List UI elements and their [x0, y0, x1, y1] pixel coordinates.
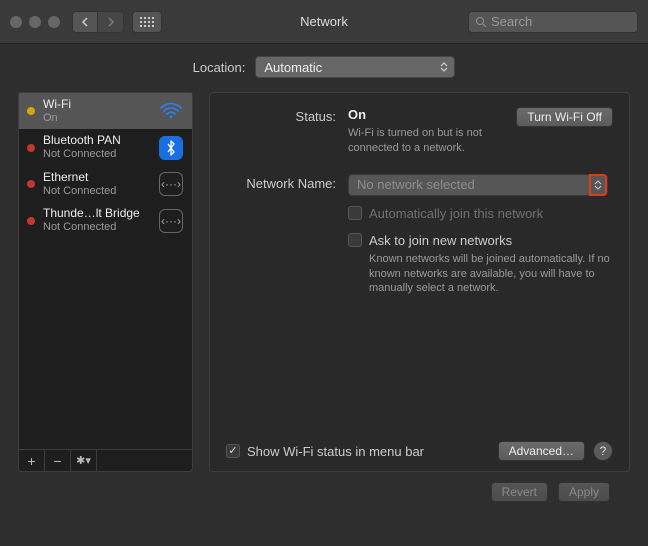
- sidebar-item-bluetooth[interactable]: Bluetooth PAN Not Connected: [19, 129, 192, 165]
- status-label: Status:: [226, 107, 336, 156]
- service-sub: Not Connected: [43, 221, 150, 234]
- show-status-checkbox[interactable]: Show Wi-Fi status in menu bar: [226, 444, 424, 459]
- forward-button[interactable]: [98, 11, 124, 33]
- service-name: Bluetooth PAN: [43, 134, 150, 148]
- ask-join-subtext: Known networks will be joined automatica…: [369, 252, 613, 297]
- service-actions-button[interactable]: ✱▾: [71, 450, 97, 472]
- chevron-updown-icon: [589, 174, 607, 196]
- ask-join-checkbox[interactable]: Ask to join new networks: [348, 233, 613, 248]
- auto-join-checkbox: Automatically join this network: [348, 206, 613, 221]
- chevron-updown-icon: [436, 58, 452, 76]
- window-controls: [10, 16, 60, 28]
- location-value: Automatic: [264, 60, 322, 75]
- location-label: Location:: [193, 60, 246, 75]
- search-input[interactable]: Search: [468, 11, 638, 33]
- back-button[interactable]: [72, 11, 98, 33]
- remove-service-button[interactable]: −: [45, 450, 71, 472]
- advanced-button[interactable]: Advanced…: [498, 441, 585, 461]
- zoom-icon[interactable]: [48, 16, 60, 28]
- status-dot-icon: [27, 180, 35, 188]
- titlebar: Network Search: [0, 0, 648, 44]
- sidebar-item-ethernet[interactable]: Ethernet Not Connected ‹···›: [19, 166, 192, 202]
- service-name: Wi-Fi: [43, 98, 150, 112]
- bluetooth-icon: [158, 137, 184, 159]
- location-popup[interactable]: Automatic: [255, 56, 455, 78]
- toggle-wifi-button[interactable]: Turn Wi-Fi Off: [516, 107, 613, 127]
- search-icon: [475, 16, 487, 28]
- service-name: Thunde…lt Bridge: [43, 207, 150, 221]
- search-placeholder: Search: [491, 14, 532, 29]
- show-status-label: Show Wi-Fi status in menu bar: [247, 444, 424, 459]
- service-sidebar: Wi-Fi On Bluetooth PAN Not Connected: [18, 92, 193, 472]
- add-service-button[interactable]: +: [19, 450, 45, 472]
- network-name-dropdown[interactable]: No network selected: [348, 174, 608, 196]
- ethernet-icon: ‹···›: [158, 173, 184, 195]
- status-dot-icon: [27, 144, 35, 152]
- status-subtext: Wi-Fi is turned on but is not connected …: [348, 126, 504, 156]
- checkbox-icon: [348, 206, 362, 220]
- service-sub: Not Connected: [43, 185, 150, 198]
- status-dot-icon: [27, 107, 35, 115]
- auto-join-label: Automatically join this network: [369, 206, 543, 221]
- apply-button[interactable]: Apply: [558, 482, 610, 502]
- help-button[interactable]: ?: [593, 441, 613, 461]
- detail-panel: Status: On Wi-Fi is turned on but is not…: [209, 92, 630, 472]
- sidebar-footer: + − ✱▾: [19, 449, 192, 471]
- network-name-label: Network Name:: [226, 174, 336, 297]
- status-value: On: [348, 107, 504, 122]
- close-icon[interactable]: [10, 16, 22, 28]
- show-all-button[interactable]: [132, 11, 162, 33]
- status-dot-icon: [27, 217, 35, 225]
- network-name-placeholder: No network selected: [357, 177, 475, 192]
- location-row: Location: Automatic: [18, 56, 630, 78]
- nav-back-forward: [72, 11, 124, 33]
- service-sub: Not Connected: [43, 148, 150, 161]
- minimize-icon[interactable]: [29, 16, 41, 28]
- service-list: Wi-Fi On Bluetooth PAN Not Connected: [19, 93, 192, 449]
- ask-join-label: Ask to join new networks: [369, 233, 512, 248]
- service-name: Ethernet: [43, 171, 150, 185]
- sidebar-item-wifi[interactable]: Wi-Fi On: [19, 93, 192, 129]
- checkbox-icon: [348, 233, 362, 247]
- service-sub: On: [43, 112, 150, 125]
- footer-buttons: Revert Apply: [18, 472, 630, 502]
- wifi-icon: [158, 100, 184, 122]
- sidebar-item-thunderbolt[interactable]: Thunde…lt Bridge Not Connected ‹···›: [19, 202, 192, 238]
- revert-button[interactable]: Revert: [491, 482, 548, 502]
- thunderbolt-icon: ‹···›: [158, 210, 184, 232]
- checkbox-icon: [226, 444, 240, 458]
